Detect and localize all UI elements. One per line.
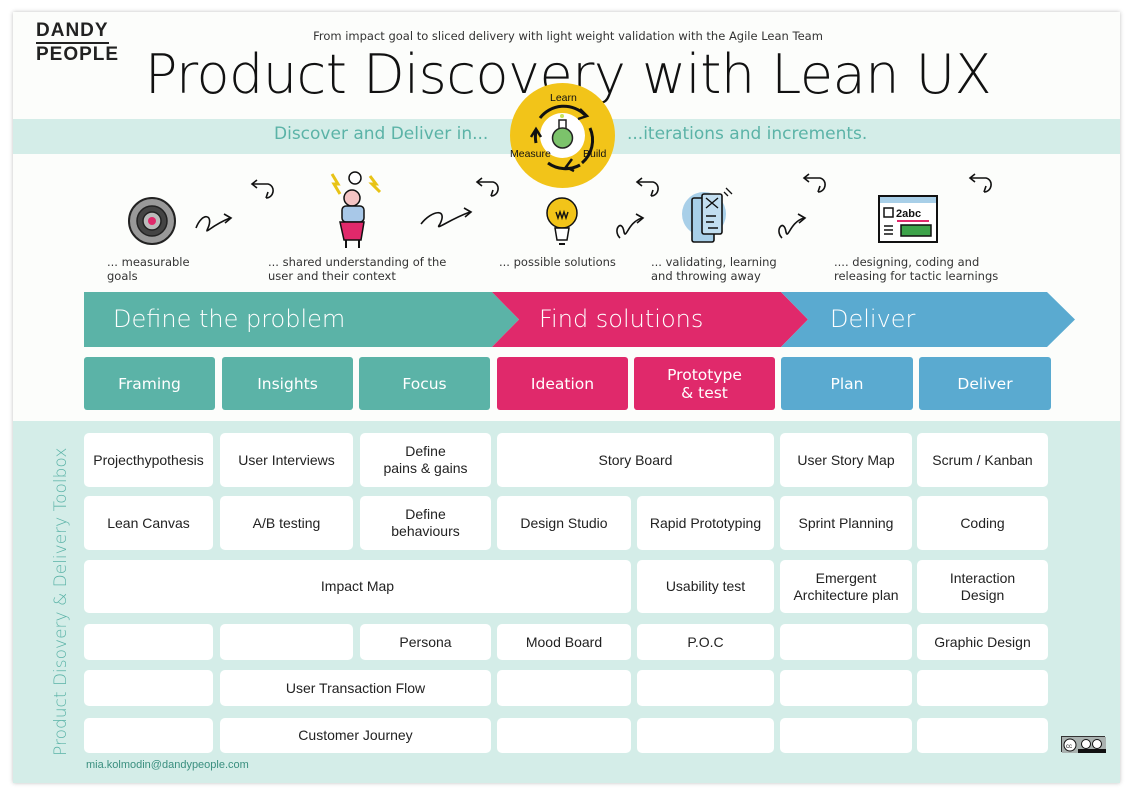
phase-deliver: Deliver [830,305,916,333]
toolbox-label: Product Disovery & Delivery Toolbox [51,447,71,756]
target-icon [128,197,176,245]
squiggle-arrow-icon [778,213,807,239]
tool-card-mood-board[interactable]: Mood Board [497,624,631,660]
tool-card-coding[interactable]: Coding [917,496,1048,550]
prototype-screens-icon [682,187,733,243]
subphase-framing: Framing [84,357,215,410]
subphase-deliver: Deliver [919,357,1051,410]
subphase-plan: Plan [781,357,913,410]
tool-card-impact-map[interactable]: Impact Map [84,560,631,613]
stressed-user-icon [330,171,382,248]
return-arrow-icon [475,177,499,197]
subphase-ideation: Ideation [497,357,628,410]
return-arrow-icon [968,173,992,193]
tool-card-empty[interactable] [84,670,213,706]
tool-card-define-behaviours[interactable]: Define behaviours [360,496,491,550]
loop-learn-label: Learn [550,92,577,104]
tool-card-empty[interactable] [637,670,774,706]
tool-card-a-b-testing[interactable]: A/B testing [220,496,353,550]
tool-card-graphic-design[interactable]: Graphic Design [917,624,1048,660]
tool-card-user-transaction-flow[interactable]: User Transaction Flow [220,670,491,706]
tool-card-define-pains-gains[interactable]: Define pains & gains [360,433,491,487]
tool-card-empty[interactable] [637,718,774,753]
step-caption-goals: ... measurable goals [107,255,190,283]
lightbulb-icon [546,197,578,245]
subphase-prototype-test: Prototype & test [634,357,775,410]
band-right-text: ...iterations and increments. [627,124,868,144]
tool-card-p-o-c[interactable]: P.O.C [637,624,774,660]
tool-card-rapid-prototyping[interactable]: Rapid Prototyping [637,496,774,550]
tool-card-user-interviews[interactable]: User Interviews [220,433,353,487]
cc-license-badge: cc [1061,736,1106,753]
tool-card-empty[interactable] [497,670,631,706]
tool-card-story-board[interactable]: Story Board [497,433,774,487]
svg-text:cc: cc [1066,744,1072,750]
loop-build-label: Build [583,148,607,160]
step-caption-solutions: ... possible solutions [499,255,616,269]
svg-text:2abc: 2abc [896,208,921,220]
tool-card-user-story-map[interactable]: User Story Map [780,433,912,487]
subphase-insights: Insights [222,357,353,410]
tool-card-sprint-planning[interactable]: Sprint Planning [780,496,912,550]
tool-card-empty[interactable] [84,718,213,753]
tool-card-empty[interactable] [780,718,912,753]
tool-card-persona[interactable]: Persona [360,624,491,660]
tool-card-empty[interactable] [780,670,912,706]
tool-card-design-studio[interactable]: Design Studio [497,496,631,550]
build-measure-learn-loop: Learn Measure Build [510,83,615,188]
tool-card-empty[interactable] [917,670,1048,706]
tool-card-empty[interactable] [497,718,631,753]
squiggle-arrow-icon [616,213,645,239]
squiggle-arrow-icon [420,207,473,228]
tool-card-empty[interactable] [917,718,1048,753]
contact-email[interactable]: mia.kolmodin@dandypeople.com [86,759,249,771]
tool-card-empty[interactable] [220,624,353,660]
band-left-text: Discover and Deliver in... [274,124,489,144]
phase-define-the-problem: Define the problem [113,305,346,333]
tool-card-projecthypothesis[interactable]: Projecthypothesis [84,433,213,487]
phase-arrow-deliver [781,292,1075,347]
tool-card-interaction-design[interactable]: Interaction Design [917,560,1048,613]
squiggle-arrow-icon [195,213,233,232]
tool-card-scrum-kanban[interactable]: Scrum / Kanban [917,433,1048,487]
step-caption-understanding: ... shared understanding of the user and… [268,255,447,283]
subphase-focus: Focus [359,357,490,410]
return-arrow-icon [635,177,659,197]
return-arrow-icon [250,179,274,199]
tool-card-emergent-architecture-plan[interactable]: Emergent Architecture plan [780,560,912,613]
tool-card-customer-journey[interactable]: Customer Journey [220,718,491,753]
phase-find-solutions: Find solutions [539,305,704,333]
step-caption-validating: ... validating, learning and throwing aw… [651,255,777,283]
creative-commons-icon: cc [1062,737,1106,753]
return-arrow-icon [802,173,826,193]
tool-card-usability-test[interactable]: Usability test [637,560,774,613]
step-caption-delivering: .... designing, coding and releasing for… [834,255,999,283]
tool-card-lean-canvas[interactable]: Lean Canvas [84,496,213,550]
tool-card-empty[interactable] [780,624,912,660]
browser-window-icon: 2abc [878,195,938,243]
tool-card-empty[interactable] [84,624,213,660]
loop-measure-label: Measure [510,148,551,160]
